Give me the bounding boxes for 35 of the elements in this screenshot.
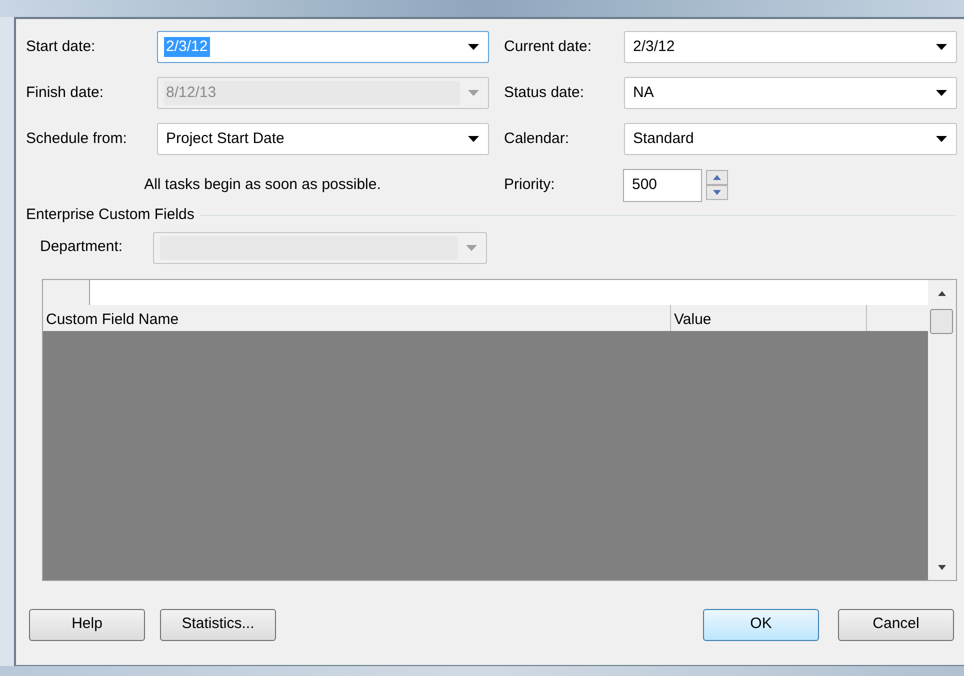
dialog-button[interactable]: Help — [29, 608, 145, 640]
section-heading: Enterprise Custom Fields — [26, 205, 194, 225]
field-value: NA — [632, 83, 655, 103]
dialog-button[interactable]: Cancel — [838, 608, 954, 640]
field-label: Department: — [39, 236, 124, 256]
field-value: Project Start Date — [165, 129, 286, 149]
schedule-note: All tasks begin as soon as possible. — [144, 174, 381, 195]
field-value: 500 — [632, 174, 658, 195]
field-label: Status date: — [504, 82, 586, 103]
dropdown-arrow-icon — [466, 244, 477, 250]
field-value: Standard — [632, 129, 695, 149]
field-label: Calendar: — [504, 128, 570, 149]
dropdown-arrow-icon — [936, 44, 947, 50]
dropdown-arrow-icon — [468, 136, 479, 142]
field-label: Schedule from: — [25, 128, 128, 149]
dropdown-field[interactable]: Project Start Date — [157, 123, 489, 155]
scrollbar[interactable] — [928, 280, 956, 580]
dialog-button[interactable]: Statistics... — [160, 608, 276, 640]
field-label: Start date: — [25, 36, 96, 57]
field-value: 2/3/12 — [164, 37, 210, 57]
field-value: 2/3/12 — [632, 37, 676, 57]
dialog-button[interactable]: OK — [703, 608, 819, 640]
dropdown-arrow-icon — [468, 44, 479, 50]
dropdown-field[interactable]: NA — [624, 77, 957, 109]
dropdown-field[interactable]: Standard — [624, 123, 957, 155]
dropdown-field[interactable]: 2/3/12 — [624, 31, 957, 63]
field-label: Current date: — [504, 36, 593, 57]
field-label: Finish date: — [25, 82, 105, 103]
field-label: Priority: — [504, 174, 556, 195]
spin-button-icon[interactable] — [706, 170, 728, 200]
dropdown-arrow-icon — [936, 90, 947, 96]
dropdown-arrow-icon — [468, 90, 479, 96]
priority-field[interactable]: 500 — [623, 168, 702, 202]
field-value: 8/12/13 — [165, 83, 218, 103]
dropdown-arrow-icon — [936, 136, 947, 142]
